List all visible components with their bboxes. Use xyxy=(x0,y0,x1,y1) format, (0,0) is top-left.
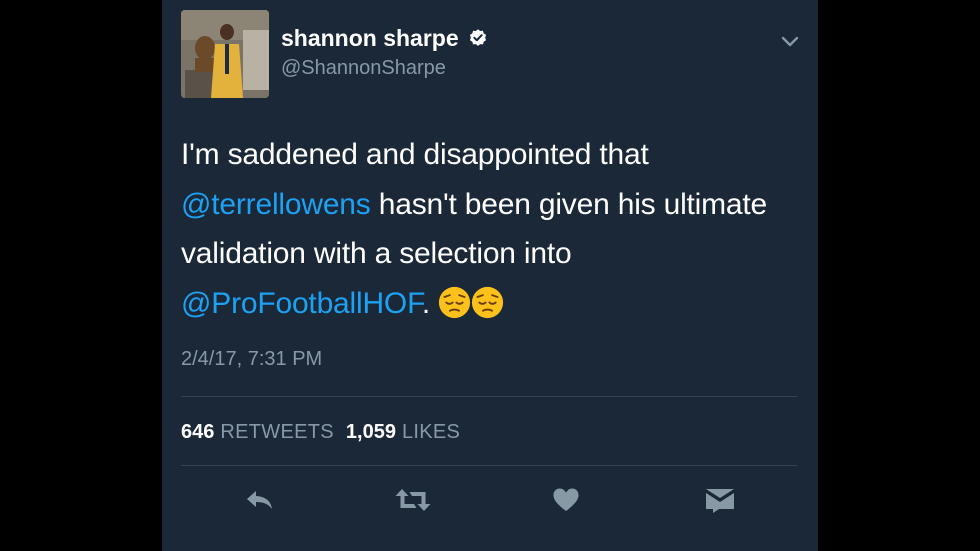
mention-link-terrellowens[interactable]: @terrellowens xyxy=(181,188,371,221)
divider xyxy=(181,465,797,466)
avatar-photo xyxy=(181,10,269,98)
verified-badge-icon xyxy=(469,29,486,46)
user-handle[interactable]: @ShannonSharpe xyxy=(281,55,446,81)
likes-count[interactable]: 1,059 xyxy=(346,421,396,443)
tweet-text: I'm saddened and disappointed that @terr… xyxy=(181,130,801,328)
tweet-timestamp[interactable]: 2/4/17, 7:31 PM xyxy=(181,345,322,373)
mention-link-profootballhof[interactable]: @ProFootballHOF xyxy=(181,287,422,320)
tweet-stats: 646 RETWEETS 1,059 LIKES xyxy=(181,418,472,446)
retweet-icon xyxy=(395,489,431,511)
likes-label[interactable]: LIKES xyxy=(402,421,460,443)
reply-icon xyxy=(247,491,272,509)
retweets-label[interactable]: RETWEETS xyxy=(220,421,334,443)
tweet-text-part3: . xyxy=(421,286,439,320)
pensive-face-emoji-icon xyxy=(439,286,471,318)
like-icon xyxy=(553,488,579,511)
like-button[interactable] xyxy=(546,482,586,518)
retweets-count[interactable]: 646 xyxy=(181,421,214,443)
profile-avatar[interactable] xyxy=(181,10,269,98)
reply-button[interactable] xyxy=(239,482,279,518)
tweet-panel: shannon sharpe @ShannonSharpe I'm sadden… xyxy=(162,0,818,551)
pensive-face-emoji-icon xyxy=(472,286,504,318)
tweet-text-part1: I'm saddened and disappointed that xyxy=(181,138,649,171)
chevron-down-icon[interactable] xyxy=(778,30,802,52)
display-name-row: shannon sharpe xyxy=(281,22,488,54)
direct-message-icon xyxy=(706,489,734,513)
divider xyxy=(181,396,797,397)
direct-message-button[interactable] xyxy=(700,482,740,518)
retweet-button[interactable] xyxy=(393,482,433,518)
display-name[interactable]: shannon sharpe xyxy=(281,22,459,54)
